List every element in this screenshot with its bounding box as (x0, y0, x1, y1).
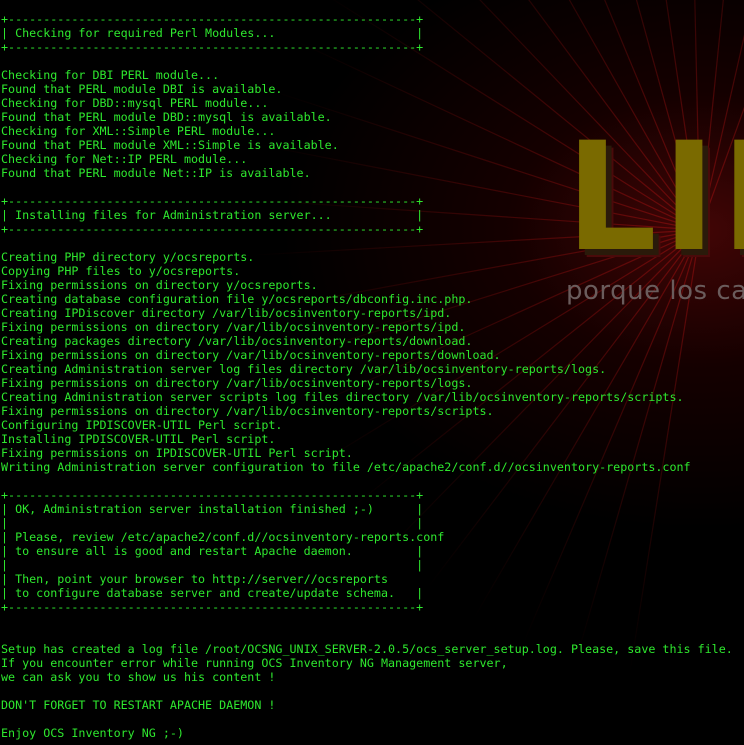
terminal-line: | | (1, 516, 424, 530)
terminal-line: Creating PHP directory y/ocsreports. (1, 250, 255, 264)
terminal-line: Checking for XML::Simple PERL module... (1, 124, 276, 138)
terminal-line: Installing IPDISCOVER-UTIL Perl script. (1, 432, 276, 446)
terminal-line: Found that PERL module Net::IP is availa… (1, 166, 311, 180)
terminal-line: Writing Administration server configurat… (1, 460, 691, 474)
terminal-line: Creating IPDiscover directory /var/lib/o… (1, 306, 452, 320)
terminal-output: +---------------------------------------… (1, 12, 733, 740)
terminal-line: | | (1, 558, 424, 572)
terminal-line: | Checking for required Perl Modules... … (1, 26, 424, 40)
terminal-line: Enjoy OCS Inventory NG ;-) (1, 726, 184, 740)
terminal-line: Creating database configuration file y/o… (1, 292, 473, 306)
terminal-line: | Installing files for Administration se… (1, 208, 424, 222)
terminal-line: Setup has created a log file /root/OCSNG… (1, 642, 733, 656)
terminal-line: | Then, point your browser to http://ser… (1, 572, 389, 586)
terminal-line: Found that PERL module DBI is available. (1, 82, 283, 96)
terminal-window[interactable]: LII porque los cap +--------------------… (0, 0, 744, 745)
terminal-line: Fixing permissions on IPDISCOVER-UTIL Pe… (1, 446, 353, 460)
terminal-line: +---------------------------------------… (1, 194, 424, 208)
terminal-line: Fixing permissions on directory /var/lib… (1, 404, 494, 418)
terminal-line: DON'T FORGET TO RESTART APACHE DAEMON ! (1, 698, 276, 712)
terminal-line: +---------------------------------------… (1, 600, 424, 614)
terminal-line: Creating Administration server log files… (1, 362, 607, 376)
terminal-line: | to configure database server and creat… (1, 586, 424, 600)
terminal-line: Checking for DBD::mysql PERL module... (1, 96, 269, 110)
terminal-line: +---------------------------------------… (1, 40, 424, 54)
terminal-line: Copying PHP files to y/ocsreports. (1, 264, 241, 278)
terminal-line: Checking for DBI PERL module... (1, 68, 220, 82)
terminal-line: Fixing permissions on directory /var/lib… (1, 320, 466, 334)
terminal-line: | to ensure all is good and restart Apac… (1, 544, 424, 558)
terminal-line: Configuring IPDISCOVER-UTIL Perl script. (1, 418, 283, 432)
terminal-line: Creating Administration server scripts l… (1, 390, 684, 404)
terminal-line: | Please, review /etc/apache2/conf.d//oc… (1, 530, 445, 544)
terminal-line: +---------------------------------------… (1, 488, 424, 502)
terminal-line: +---------------------------------------… (1, 12, 424, 26)
terminal-line: we can ask you to show us his content ! (1, 670, 276, 684)
terminal-line: If you encounter error while running OCS… (1, 656, 508, 670)
terminal-line: Found that PERL module XML::Simple is av… (1, 138, 339, 152)
terminal-line: Fixing permissions on directory y/ocsrep… (1, 278, 318, 292)
terminal-line: Creating packages directory /var/lib/ocs… (1, 334, 473, 348)
terminal-line: Fixing permissions on directory /var/lib… (1, 348, 501, 362)
terminal-line: +---------------------------------------… (1, 222, 424, 236)
terminal-line: Checking for Net::IP PERL module... (1, 152, 248, 166)
terminal-line: | OK, Administration server installation… (1, 502, 424, 516)
terminal-line: Fixing permissions on directory /var/lib… (1, 376, 473, 390)
terminal-line: Found that PERL module DBD::mysql is ava… (1, 110, 332, 124)
